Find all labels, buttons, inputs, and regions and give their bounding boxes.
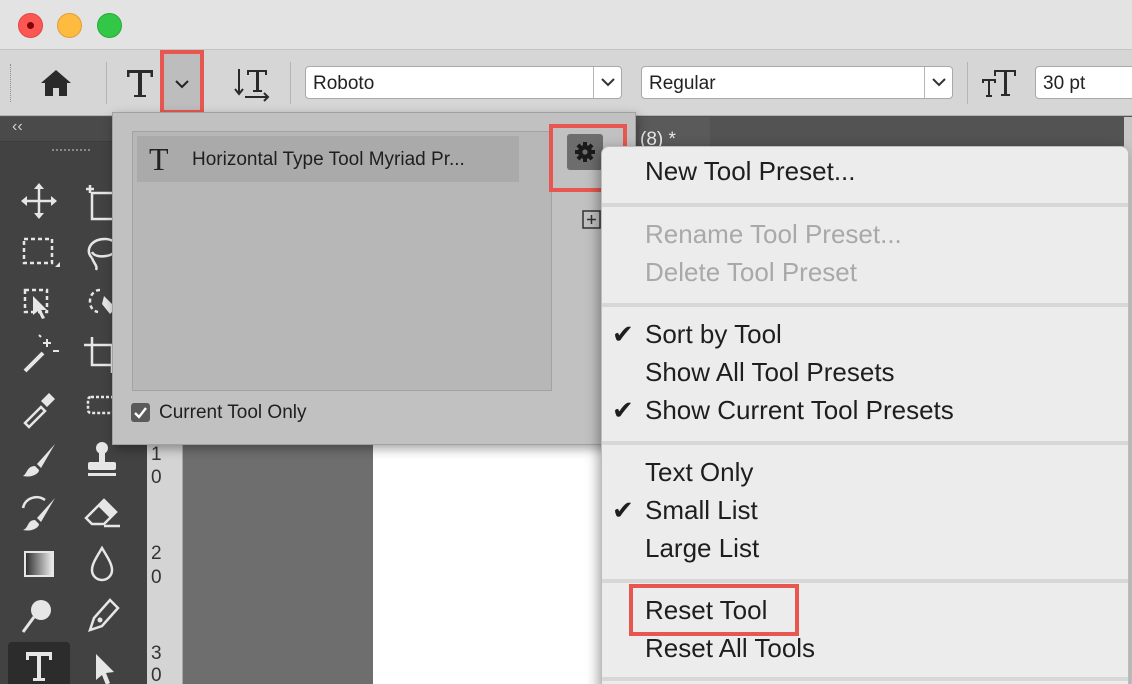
brush-icon — [23, 444, 55, 477]
menu-item-reset-tool[interactable]: Reset Tool — [645, 595, 767, 626]
chevron-down-icon — [601, 78, 615, 87]
rectangular-marquee-icon — [22, 237, 60, 267]
dodge-icon — [21, 600, 51, 633]
ruler-mark: 3 — [151, 643, 162, 664]
font-style-dropdown[interactable]: Regular — [641, 66, 953, 99]
arrow-cursor-icon — [96, 654, 114, 684]
menu-separator — [602, 203, 1128, 207]
menu-item-new-tool-preset[interactable]: New Tool Preset... — [645, 156, 856, 187]
toggle-text-orientation-icon[interactable] — [232, 66, 272, 102]
current-tool-only-checkbox[interactable] — [131, 403, 150, 422]
font-style-arrow[interactable] — [924, 67, 952, 98]
type-tool-icon[interactable] — [124, 66, 156, 100]
magic-wand-icon — [23, 334, 59, 373]
eraser-icon — [84, 498, 120, 528]
ruler-mark: 1 — [151, 444, 162, 465]
font-size-field[interactable]: 30 pt — [1035, 66, 1132, 99]
vertical-ruler: 1 0 2 0 3 0 — [147, 440, 183, 684]
preset-list-item[interactable]: T Horizontal Type Tool Myriad Pr... — [137, 136, 519, 182]
checkmark-icon — [134, 407, 147, 419]
create-new-preset-button[interactable] — [581, 209, 603, 231]
menu-item-reset-all-tools[interactable]: Reset All Tools — [645, 633, 815, 664]
gradient-tool[interactable] — [17, 542, 61, 586]
pasteboard — [183, 440, 373, 684]
type-tool-icon: T — [149, 141, 169, 177]
ruler-mark: 2 — [151, 543, 162, 564]
minimize-window-button[interactable] — [57, 13, 82, 38]
marquee-tool[interactable] — [17, 230, 61, 274]
font-style-value: Regular — [649, 73, 716, 94]
menu-item-delete-tool-preset: Delete Tool Preset — [645, 257, 857, 287]
menu-item-show-all-tool-presets[interactable]: Show All Tool Presets — [645, 357, 895, 388]
checkmark-icon: ✔ — [612, 319, 634, 349]
chevron-down-icon — [175, 80, 189, 89]
gear-icon — [575, 142, 595, 162]
current-tool-only-label: Current Tool Only — [159, 402, 307, 423]
checkmark-icon: ✔ — [612, 495, 634, 525]
pen-icon — [88, 598, 120, 632]
menu-item-small-list[interactable]: Small List — [645, 495, 758, 526]
move-tool[interactable] — [17, 179, 61, 223]
menu-separator — [602, 677, 1128, 681]
eyedropper-tool[interactable] — [17, 385, 61, 429]
separator — [967, 62, 968, 104]
blur-tool[interactable] — [80, 542, 124, 586]
menu-item-sort-by-tool[interactable]: Sort by Tool — [645, 319, 782, 350]
move-icon — [21, 183, 57, 219]
document-canvas[interactable] — [373, 440, 613, 684]
type-tool[interactable] — [8, 642, 70, 684]
gradient-icon — [24, 551, 54, 577]
history-brush-icon — [21, 496, 55, 531]
chevron-down-icon — [932, 78, 946, 87]
toolbox-grip[interactable] — [52, 149, 90, 155]
close-window-button[interactable] — [18, 13, 43, 38]
font-family-arrow[interactable] — [593, 67, 621, 98]
ruler-mark: 0 — [151, 467, 162, 488]
menu-separator — [602, 303, 1128, 307]
menu-item-text-only[interactable]: Text Only — [645, 457, 753, 488]
brush-tool[interactable] — [17, 438, 61, 482]
eraser-tool[interactable] — [80, 490, 124, 534]
options-bar-grip[interactable] — [10, 64, 13, 102]
tool-preset-picker-panel: T Horizontal Type Tool Myriad Pr... Curr… — [112, 112, 636, 445]
home-icon[interactable] — [38, 67, 74, 99]
window-titlebar — [0, 0, 1132, 50]
font-size-value: 30 pt — [1043, 73, 1086, 94]
menu-separator — [602, 441, 1128, 445]
tool-options-bar: Roboto Regular 30 pt — [0, 50, 1132, 116]
menu-item-large-list[interactable]: Large List — [645, 533, 759, 564]
menu-item-rename-tool-preset: Rename Tool Preset... — [645, 219, 902, 249]
object-selection-icon — [23, 288, 49, 319]
drop-icon — [90, 545, 114, 582]
font-family-dropdown[interactable]: Roboto — [305, 66, 622, 99]
preset-list: T Horizontal Type Tool Myriad Pr... — [132, 131, 552, 391]
preset-label: Horizontal Type Tool Myriad Pr... — [192, 149, 465, 170]
path-selection-tool[interactable] — [80, 646, 124, 684]
magic-wand-tool[interactable] — [17, 333, 61, 377]
ruler-mark: 0 — [151, 567, 162, 588]
collapse-arrows-icon[interactable]: ‹‹ — [12, 118, 23, 136]
preset-options-menu: New Tool Preset... Rename Tool Preset...… — [601, 146, 1129, 684]
zoom-window-button[interactable] — [97, 13, 122, 38]
dodge-tool[interactable] — [17, 594, 61, 638]
object-selection-tool[interactable] — [17, 282, 61, 326]
type-icon — [26, 652, 52, 681]
separator — [290, 62, 291, 104]
menu-separator — [602, 579, 1128, 583]
ruler-mark: 0 — [151, 665, 162, 684]
separator — [106, 62, 107, 104]
tool-preset-picker-button[interactable] — [160, 50, 204, 114]
pen-tool[interactable] — [80, 594, 124, 638]
history-brush-tool[interactable] — [17, 490, 61, 534]
font-size-icon — [982, 70, 1016, 97]
font-family-value: Roboto — [313, 73, 375, 94]
eyedropper-icon — [23, 393, 55, 429]
plus-square-icon — [582, 210, 601, 229]
menu-item-show-current-tool-presets[interactable]: Show Current Tool Presets — [645, 395, 954, 426]
preset-settings-button[interactable] — [567, 134, 603, 170]
checkmark-icon: ✔ — [612, 395, 634, 425]
